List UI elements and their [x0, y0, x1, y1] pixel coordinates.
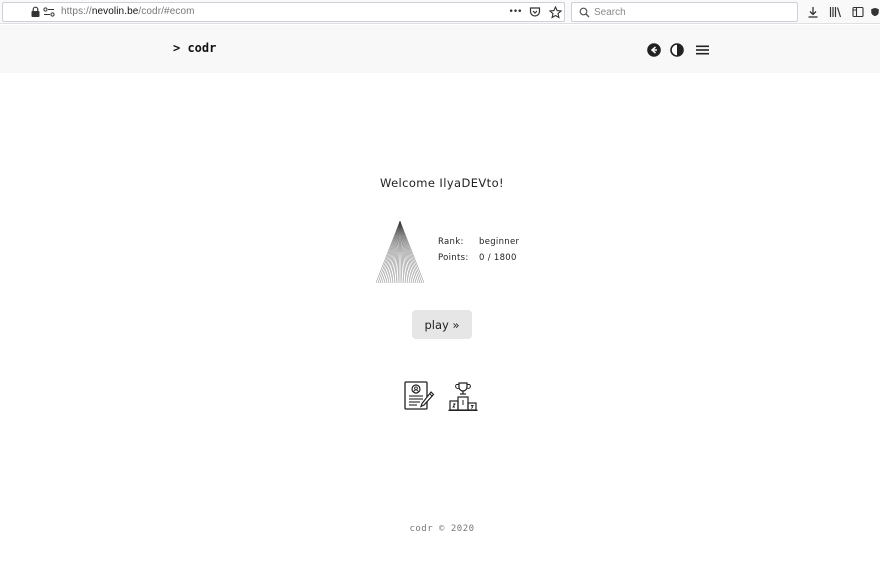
search-input[interactable]: Search — [571, 2, 798, 22]
play-button[interactable]: play » — [412, 310, 472, 339]
search-placeholder: Search — [594, 7, 626, 18]
rank-value: beginner — [479, 237, 520, 247]
pyramid-line — [399, 220, 419, 284]
url-bar[interactable]: https://nevolin.be/codr/#ecom ••• — [2, 2, 565, 22]
search-icon — [576, 4, 592, 20]
certificate-icon[interactable] — [403, 380, 435, 412]
pyramid-line — [381, 220, 401, 284]
rank-pyramid-icon — [375, 220, 425, 284]
user-stats: Rank: beginner Points: 0 / 1800 — [438, 237, 519, 269]
url-scheme: https:// — [61, 6, 92, 17]
sidebar-icon[interactable] — [850, 4, 866, 20]
welcome-message: Welcome IlyaDEVto! — [379, 176, 505, 190]
rank-row: Rank: beginner — [438, 237, 519, 253]
pyramid-line — [383, 220, 401, 284]
hamburger-menu-icon[interactable] — [695, 42, 710, 56]
download-icon[interactable] — [805, 4, 821, 20]
bookmark-star-icon[interactable] — [547, 4, 563, 20]
points-row: Points: 0 / 1800 — [438, 253, 519, 269]
contrast-icon[interactable] — [670, 42, 684, 57]
url-text[interactable]: https://nevolin.be/codr/#ecom — [61, 6, 195, 17]
library-icon[interactable] — [827, 4, 843, 20]
site-logo[interactable]: > codr — [173, 41, 216, 55]
points-value: 0 / 1800 — [479, 253, 517, 263]
podium-trophy-icon[interactable] — [447, 380, 479, 412]
site-header: > codr — [0, 25, 880, 73]
pyramid-line — [399, 220, 417, 284]
points-label: Points: — [438, 253, 469, 263]
permissions-icon[interactable] — [41, 4, 57, 20]
footer-copyright: codr © 2020 — [409, 524, 475, 534]
extension-icon[interactable] — [870, 4, 880, 20]
url-path: /codr/#ecom — [138, 6, 195, 17]
pocket-icon[interactable] — [527, 4, 543, 20]
pyramid-line — [399, 220, 409, 284]
pyramid-line — [391, 220, 401, 284]
url-host: nevolin.be — [91, 6, 139, 17]
browser-toolbar: https://nevolin.be/codr/#ecom ••• Search — [0, 0, 880, 24]
arrow-left-circle-icon[interactable] — [647, 42, 661, 57]
page-actions-icon[interactable]: ••• — [507, 4, 523, 20]
rank-label: Rank: — [438, 237, 464, 247]
